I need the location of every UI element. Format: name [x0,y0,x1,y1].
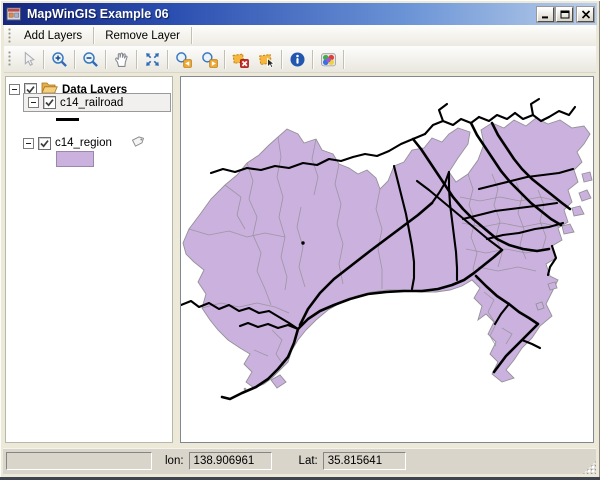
toolbar-separator [136,49,137,69]
select-shape-icon [258,53,275,68]
titlebar[interactable]: MapWinGIS Example 06 [3,3,597,25]
legend-panel: Data Layers c14_railroad c14_region [5,76,173,443]
toolbar-separator [43,49,44,69]
close-button[interactable] [577,6,594,22]
zoom-previous-button[interactable] [170,48,196,71]
toolbar-separator [105,49,106,69]
zoom-out-button[interactable] [77,48,103,71]
toolbar-grip[interactable] [6,51,13,67]
resize-grip[interactable] [583,461,596,474]
menu-grip[interactable] [6,27,13,44]
menu-remove-layer[interactable]: Remove Layer [96,25,189,46]
lat-label: Lat: [298,455,318,467]
minimize-button[interactable] [537,6,554,22]
railroad-line-symbol[interactable] [56,118,79,121]
collapse-expander-icon[interactable] [23,137,34,149]
lon-value: 138.906961 [188,452,272,470]
app-icon [6,6,22,22]
layer-row-region[interactable]: c14_region [23,134,146,152]
zoom-extent-icon [145,52,159,66]
tool-strip [4,46,596,73]
layer-label: c14_railroad [60,96,124,109]
tag-icon [130,134,146,152]
menu-separator [190,27,192,44]
close-icon [581,9,590,19]
map-render [181,97,593,401]
zoom-in-icon [51,51,67,67]
toolbar-separator [312,49,313,69]
collapse-expander-icon[interactable] [9,84,20,95]
zoom-out-icon [82,51,98,67]
menu-add-layers[interactable]: Add Layers [15,25,91,46]
pointer-button[interactable] [15,48,41,71]
legend-map-splitter[interactable] [173,76,180,443]
window-title: MapWinGIS Example 06 [27,7,169,21]
status-panel-empty [6,452,152,470]
zoom-next-icon [201,51,218,68]
minimize-icon [541,15,548,18]
lat-value: 35.815641 [322,452,406,470]
info-icon [289,51,305,67]
toolbar-separator [167,49,168,69]
app-window: MapWinGIS Example 06 Add Layers Remove L… [0,0,600,480]
maximize-button[interactable] [556,6,573,22]
lon-label: lon: [165,455,184,467]
pan-hand-icon [114,52,128,67]
identify-info-button[interactable] [284,48,310,71]
toolbar-separator [74,49,75,69]
toolbar-separator [343,49,344,69]
layer-visibility-checkbox[interactable] [43,96,56,109]
symbology-palette-button[interactable] [315,48,341,71]
pan-button[interactable] [108,48,134,71]
maximize-icon [560,10,569,18]
region-fill-symbol[interactable] [56,151,94,167]
zoom-in-button[interactable] [46,48,72,71]
symbology-palette-icon [320,52,336,66]
status-bar: lon: 138.906961 Lat: 35.815641 [3,448,596,474]
zoom-next-button[interactable] [196,48,222,71]
collapse-expander-icon[interactable] [28,97,39,108]
select-shape-button[interactable] [253,48,279,71]
clear-selection-icon [232,52,249,68]
pointer-icon [24,50,35,66]
menu-strip: Add Layers Remove Layer [4,25,596,46]
map-canvas[interactable] [180,76,594,443]
zoom-extent-button[interactable] [139,48,165,71]
toolbar-separator [224,49,225,69]
menu-separator [93,27,95,44]
layer-row-railroad[interactable]: c14_railroad [23,93,171,112]
layer-visibility-checkbox[interactable] [38,136,51,150]
check-icon [45,99,54,107]
layer-label: c14_region [55,137,112,149]
toolbar-separator [281,49,282,69]
zoom-previous-icon [175,51,192,68]
clear-selection-button[interactable] [227,48,253,71]
check-icon [40,139,49,147]
